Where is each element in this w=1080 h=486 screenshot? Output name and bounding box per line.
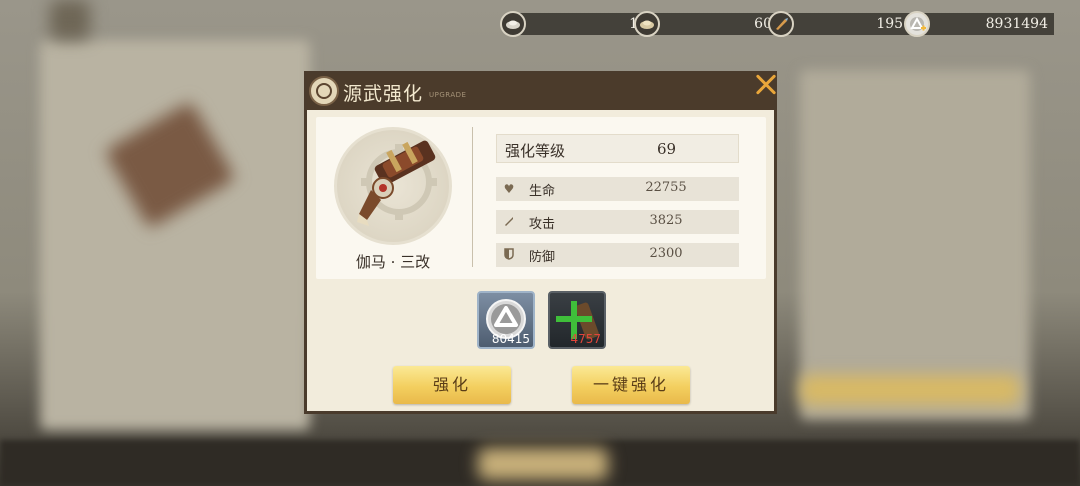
currency-source-coin-value: 8931494 bbox=[922, 13, 1054, 35]
weapon-info-panel: 伽马 · 三改 强化等级 69 ♥ 生命 22755 攻击 3825 防御 23… bbox=[316, 117, 766, 279]
gear-emblem-icon bbox=[309, 76, 339, 106]
weapon-gun-icon bbox=[357, 140, 437, 226]
weapon-portrait[interactable] bbox=[334, 127, 452, 245]
shield-icon bbox=[502, 248, 516, 262]
dialog-header: 源武强化 UPGRADE bbox=[307, 74, 774, 110]
upgrade-dialog: 源武强化 UPGRADE 伽马 · 三改 强化等级 69 ♥ 生命 22755 … bbox=[304, 71, 777, 414]
material-count: 4757 bbox=[570, 332, 601, 346]
background-panel-left bbox=[40, 40, 310, 430]
stat-label: 生命 bbox=[529, 184, 556, 199]
material-slot-upgrade-item[interactable]: 4757 bbox=[548, 291, 606, 349]
sword-icon bbox=[502, 215, 516, 229]
stat-label: 攻击 bbox=[529, 217, 556, 232]
stat-value: 2300 bbox=[649, 246, 683, 261]
material-slot-source-coin[interactable]: 80415 bbox=[477, 291, 535, 349]
upgrade-level-label: 强化等级 bbox=[505, 142, 566, 160]
upgrade-button[interactable]: 强化 bbox=[393, 366, 511, 404]
upgrade-level-value: 69 bbox=[657, 140, 677, 158]
background-bottom-button-blur bbox=[478, 448, 608, 480]
close-button[interactable] bbox=[751, 70, 781, 100]
dialog-title: 源武强化 bbox=[343, 83, 424, 105]
heart-icon: ♥ bbox=[503, 182, 515, 196]
background-panel-right bbox=[800, 70, 1030, 420]
currency-source-coin[interactable]: 8931494 bbox=[904, 11, 1054, 37]
weapon-name: 伽马 · 三改 bbox=[355, 253, 431, 271]
currency-gold-value: 60 bbox=[652, 13, 778, 35]
stat-row-defense: 防御 2300 bbox=[496, 243, 739, 267]
stat-row-attack: 攻击 3825 bbox=[496, 210, 739, 234]
dialog-subtitle: UPGRADE bbox=[429, 91, 467, 99]
stat-row-hp: ♥ 生命 22755 bbox=[496, 177, 739, 201]
gold-ingot-icon bbox=[634, 11, 660, 37]
one-click-upgrade-button[interactable]: 一键强化 bbox=[572, 366, 690, 404]
panel-divider bbox=[472, 127, 473, 267]
stat-value: 3825 bbox=[649, 213, 683, 228]
currency-silver-value: 1 bbox=[518, 13, 644, 35]
currency-quill-value: 1951 bbox=[786, 13, 918, 35]
quill-icon bbox=[768, 11, 794, 37]
stat-label: 防御 bbox=[529, 250, 556, 265]
currency-gold[interactable]: 60 bbox=[634, 11, 778, 37]
upgrade-level-row: 强化等级 69 bbox=[496, 134, 739, 163]
source-coin-add-icon bbox=[904, 11, 930, 37]
background-button-blur bbox=[800, 375, 1020, 405]
background-icon-blur bbox=[50, 0, 90, 40]
stat-value: 22755 bbox=[645, 180, 687, 195]
currency-quill[interactable]: 1951 bbox=[768, 11, 918, 37]
material-count: 80415 bbox=[491, 332, 530, 346]
silver-ingot-icon bbox=[500, 11, 526, 37]
currency-silver[interactable]: 1 bbox=[500, 11, 644, 37]
